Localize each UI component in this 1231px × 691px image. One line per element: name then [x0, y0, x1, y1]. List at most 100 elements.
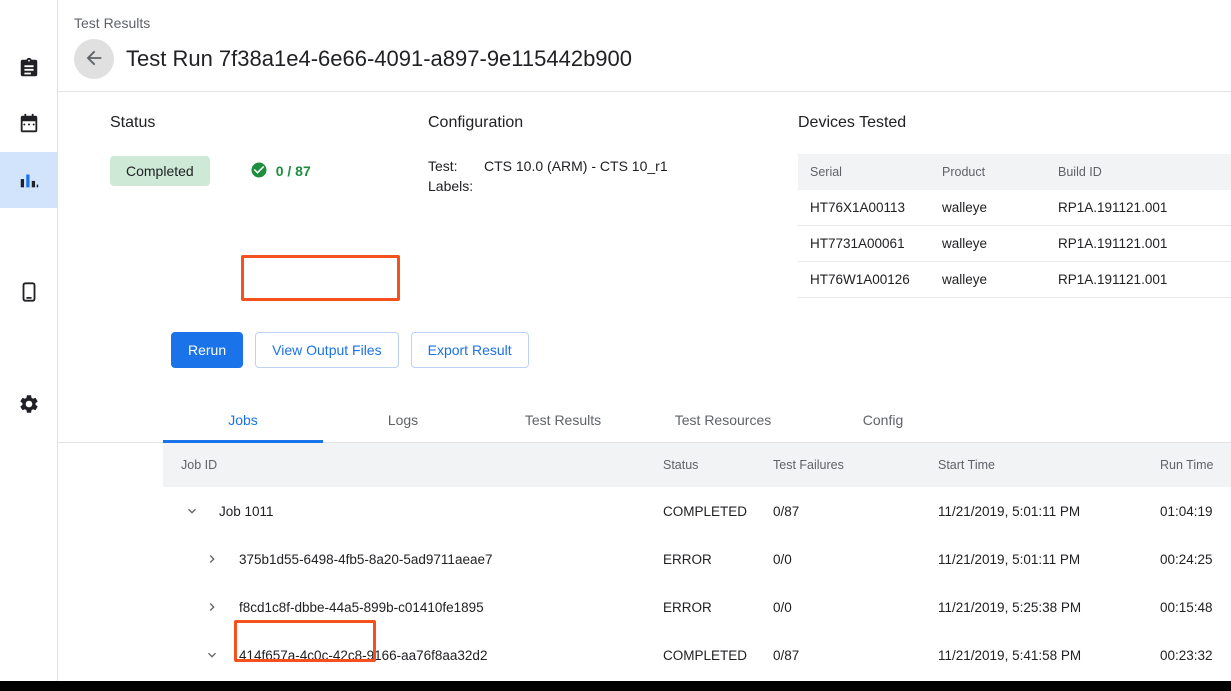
job-start-time: 11/21/2019, 5:41:58 PM [938, 631, 1160, 679]
table-row: HT76X1A00113 walleye RP1A.191121.001 [798, 190, 1231, 226]
job-test-failures: 0/0 [773, 535, 938, 583]
devices-col-product: Product [930, 154, 1046, 190]
page-title: Test Run 7f38a1e4-6e66-4091-a897-9e11544… [126, 46, 632, 72]
title-row: Test Run 7f38a1e4-6e66-4091-a897-9e11544… [74, 39, 1231, 79]
devices-table-header-row: Serial Product Build ID [798, 154, 1231, 190]
job-id-cell: 414f657a-4c0c-42c8-9166-aa76f8aa32d2 [163, 631, 663, 679]
jobs-col-start-time: Start Time [938, 443, 1160, 487]
bottom-bar [0, 681, 1231, 691]
tab-bar: Jobs Logs Test Results Test Resources Co… [58, 398, 1231, 443]
job-start-time: 11/21/2019, 5:25:38 PM [938, 583, 1160, 631]
device-build-id: RP1A.191121.001 [1046, 226, 1231, 262]
job-id-cell: 375b1d55-6498-4fb5-8a20-5ad9711aeae7 [163, 535, 663, 583]
device-serial: HT7731A00061 [798, 226, 930, 262]
device-product: walleye [930, 262, 1046, 298]
job-run-time: 00:24:25 [1160, 535, 1231, 583]
sidebar-item-assignments[interactable] [0, 40, 58, 96]
pass-count-text: 0 / 87 [276, 163, 311, 179]
job-run-time: 00:23:32 [1160, 631, 1231, 679]
tab-config[interactable]: Config [803, 398, 963, 442]
job-status: ERROR [663, 583, 773, 631]
summary-section: Status Completed 0 / 87 Configurati [58, 92, 1231, 298]
view-output-files-button[interactable]: View Output Files [255, 332, 398, 368]
table-row[interactable]: f8cd1c8f-dbbe-44a5-899b-c01410fe1895 ERR… [163, 583, 1231, 631]
job-id-cell: f8cd1c8f-dbbe-44a5-899b-c01410fe1895 [163, 583, 663, 631]
device-build-id: RP1A.191121.001 [1046, 190, 1231, 226]
chevron-right-icon[interactable] [201, 551, 223, 567]
jobs-table: Job ID Status Test Failures Start Time R… [163, 443, 1231, 691]
tab-jobs[interactable]: Jobs [163, 398, 323, 442]
configuration-list: Test: CTS 10.0 (ARM) - CTS 10_r1 Labels: [428, 158, 798, 194]
phone-icon [18, 281, 40, 303]
table-row: HT7731A00061 walleye RP1A.191121.001 [798, 226, 1231, 262]
chevron-down-icon[interactable] [201, 647, 223, 663]
job-test-failures: 0/0 [773, 583, 938, 631]
main-content: Test Results Test Run 7f38a1e4-6e66-4091… [58, 0, 1231, 691]
job-status: COMPLETED [663, 631, 773, 679]
device-build-id: RP1A.191121.001 [1046, 262, 1231, 298]
configuration-column: Configuration Test: CTS 10.0 (ARM) - CTS… [428, 114, 798, 298]
pass-count: 0 / 87 [250, 161, 311, 182]
job-id-text: 375b1d55-6498-4fb5-8a20-5ad9711aeae7 [239, 552, 492, 567]
calendar-icon [18, 113, 40, 135]
table-row[interactable]: 414f657a-4c0c-42c8-9166-aa76f8aa32d2 COM… [163, 631, 1231, 679]
jobs-col-run-time: Run Time [1160, 443, 1231, 487]
config-label-labels: Labels: [428, 178, 484, 194]
devices-section-title: Devices Tested [798, 114, 1231, 132]
tab-test-resources[interactable]: Test Resources [643, 398, 803, 442]
devices-col-buildid: Build ID [1046, 154, 1231, 190]
status-line: Completed 0 / 87 [110, 156, 428, 186]
device-product: walleye [930, 226, 1046, 262]
job-run-time: 00:15:48 [1160, 583, 1231, 631]
rerun-button[interactable]: Rerun [171, 332, 243, 368]
jobs-col-test-failures: Test Failures [773, 443, 938, 487]
job-id-text: Job 1011 [219, 504, 274, 519]
chevron-down-icon[interactable] [181, 503, 203, 519]
tab-logs[interactable]: Logs [323, 398, 483, 442]
devices-column: Devices Tested Serial Product Build ID H… [798, 114, 1231, 298]
arrow-left-icon [83, 47, 105, 72]
chevron-right-icon[interactable] [201, 599, 223, 615]
job-status: COMPLETED [663, 487, 773, 535]
back-button[interactable] [74, 39, 114, 79]
status-badge: Completed [110, 156, 210, 186]
sidebar-item-devices[interactable] [0, 264, 58, 320]
job-test-failures: 0/87 [773, 487, 938, 535]
devices-col-serial: Serial [798, 154, 930, 190]
config-label-test: Test: [428, 158, 484, 174]
device-product: walleye [930, 190, 1046, 226]
table-row[interactable]: Job 1011 COMPLETED 0/87 11/21/2019, 5:01… [163, 487, 1231, 535]
devices-table: Serial Product Build ID HT76X1A00113 wal… [798, 154, 1231, 298]
sidebar-item-settings[interactable] [0, 376, 58, 432]
jobs-table-header-row: Job ID Status Test Failures Start Time R… [163, 443, 1231, 487]
status-section-title: Status [110, 114, 428, 132]
bar-chart-icon [18, 169, 40, 191]
tab-test-results[interactable]: Test Results [483, 398, 643, 442]
app-root: Test Results Test Run 7f38a1e4-6e66-4091… [0, 0, 1231, 691]
clipboard-icon [18, 57, 40, 79]
job-test-failures: 0/87 [773, 631, 938, 679]
sidebar-item-schedules[interactable] [0, 96, 58, 152]
jobs-col-job-id: Job ID [163, 443, 663, 487]
job-status: ERROR [663, 535, 773, 583]
table-row[interactable]: 375b1d55-6498-4fb5-8a20-5ad9711aeae7 ERR… [163, 535, 1231, 583]
config-value-test: CTS 10.0 (ARM) - CTS 10_r1 [484, 158, 798, 174]
job-start-time: 11/21/2019, 5:01:11 PM [938, 487, 1160, 535]
jobs-col-status: Status [663, 443, 773, 487]
job-start-time: 11/21/2019, 5:01:11 PM [938, 535, 1160, 583]
config-value-labels [484, 178, 798, 194]
table-row: HT76W1A00126 walleye RP1A.191121.001 [798, 262, 1231, 298]
job-id-text: f8cd1c8f-dbbe-44a5-899b-c01410fe1895 [239, 600, 484, 615]
device-serial: HT76W1A00126 [798, 262, 930, 298]
sidebar-item-results[interactable] [0, 152, 58, 208]
export-result-button[interactable]: Export Result [411, 332, 529, 368]
jobs-table-wrapper: Job ID Status Test Failures Start Time R… [58, 443, 1231, 691]
sidebar [0, 0, 58, 691]
check-circle-icon [250, 161, 268, 182]
job-run-time: 01:04:19 [1160, 487, 1231, 535]
job-id-cell: Job 1011 [163, 487, 663, 535]
job-id-text: 414f657a-4c0c-42c8-9166-aa76f8aa32d2 [239, 648, 487, 663]
status-column: Status Completed 0 / 87 [58, 114, 428, 298]
configuration-section-title: Configuration [428, 114, 798, 132]
action-buttons: Rerun View Output Files Export Result [58, 332, 1231, 368]
